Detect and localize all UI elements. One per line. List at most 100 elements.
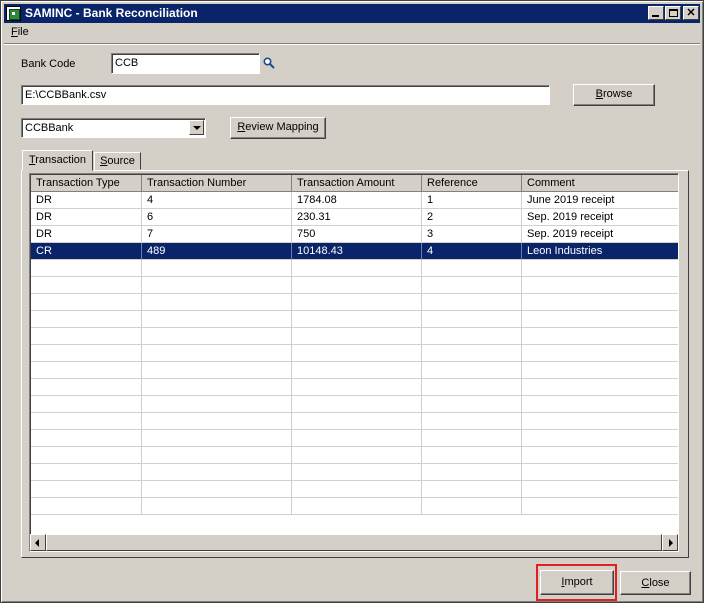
table-cell[interactable] [522, 260, 678, 277]
table-cell[interactable] [31, 464, 142, 481]
table-cell[interactable]: June 2019 receipt [522, 192, 678, 209]
table-cell[interactable] [422, 464, 522, 481]
table-cell[interactable] [522, 277, 678, 294]
table-cell[interactable]: 4 [142, 192, 292, 209]
table-cell[interactable] [31, 277, 142, 294]
empty-table-row[interactable] [31, 464, 678, 481]
tab-transaction[interactable]: Transaction [22, 150, 93, 171]
table-cell[interactable] [31, 447, 142, 464]
table-cell[interactable] [522, 396, 678, 413]
table-cell[interactable] [422, 481, 522, 498]
maximize-button[interactable] [665, 6, 681, 20]
table-cell[interactable] [292, 413, 422, 430]
table-cell[interactable]: 230.31 [292, 209, 422, 226]
table-cell[interactable] [292, 311, 422, 328]
table-cell[interactable] [31, 379, 142, 396]
table-cell[interactable] [31, 260, 142, 277]
table-cell[interactable]: Sep. 2019 receipt [522, 209, 678, 226]
table-cell[interactable] [142, 362, 292, 379]
empty-table-row[interactable] [31, 379, 678, 396]
table-cell[interactable] [422, 498, 522, 515]
empty-table-row[interactable] [31, 328, 678, 345]
empty-table-row[interactable] [31, 277, 678, 294]
table-cell[interactable] [142, 464, 292, 481]
empty-table-row[interactable] [31, 430, 678, 447]
table-cell[interactable] [142, 481, 292, 498]
close-button[interactable]: Close [620, 571, 691, 595]
table-cell[interactable] [422, 396, 522, 413]
table-cell[interactable] [31, 311, 142, 328]
table-cell[interactable] [142, 379, 292, 396]
mapping-combo[interactable]: CCBBank [21, 118, 206, 138]
table-cell[interactable]: 4 [422, 243, 522, 260]
transactions-grid[interactable]: Transaction Type Transaction Number Tran… [29, 173, 679, 552]
table-cell[interactable] [522, 311, 678, 328]
table-row[interactable]: DR 6 230.31 2 Sep. 2019 receipt [31, 209, 678, 226]
table-cell[interactable] [292, 481, 422, 498]
empty-table-row[interactable] [31, 413, 678, 430]
chevron-down-icon[interactable] [189, 120, 204, 135]
table-cell[interactable] [422, 294, 522, 311]
table-cell[interactable]: 1 [422, 192, 522, 209]
empty-table-row[interactable] [31, 481, 678, 498]
table-cell[interactable]: 1784.08 [292, 192, 422, 209]
empty-table-row[interactable] [31, 294, 678, 311]
search-icon[interactable] [263, 57, 275, 69]
table-cell[interactable]: 750 [292, 226, 422, 243]
table-cell[interactable] [142, 277, 292, 294]
table-cell[interactable] [142, 447, 292, 464]
table-cell[interactable]: 489 [142, 243, 292, 260]
column-header-reference[interactable]: Reference [422, 175, 522, 192]
empty-table-row[interactable] [31, 498, 678, 515]
table-cell[interactable] [422, 362, 522, 379]
scroll-right-icon[interactable] [662, 534, 678, 551]
table-cell[interactable]: 7 [142, 226, 292, 243]
table-cell[interactable] [522, 481, 678, 498]
table-cell[interactable]: DR [31, 226, 142, 243]
bank-code-input[interactable]: CCB [111, 53, 260, 74]
table-cell[interactable] [31, 328, 142, 345]
minimize-button[interactable] [648, 6, 664, 20]
table-cell[interactable] [31, 481, 142, 498]
table-cell[interactable] [292, 396, 422, 413]
tab-source[interactable]: Source [94, 152, 141, 170]
table-cell[interactable] [292, 294, 422, 311]
empty-table-row[interactable] [31, 447, 678, 464]
table-cell[interactable] [31, 430, 142, 447]
table-cell[interactable] [522, 498, 678, 515]
file-path-input[interactable]: E:\CCBBank.csv [21, 85, 550, 105]
table-row[interactable]: CR 489 10148.43 4 Leon Industries [31, 243, 678, 260]
table-cell[interactable] [142, 328, 292, 345]
table-cell[interactable] [522, 294, 678, 311]
table-cell[interactable] [422, 413, 522, 430]
table-cell[interactable] [142, 498, 292, 515]
table-cell[interactable] [522, 328, 678, 345]
table-cell[interactable]: DR [31, 192, 142, 209]
title-bar[interactable]: SAMINC - Bank Reconciliation ✕ [4, 4, 700, 23]
scroll-left-icon[interactable] [30, 534, 46, 551]
table-cell[interactable] [31, 396, 142, 413]
table-cell[interactable] [522, 413, 678, 430]
table-cell[interactable] [31, 362, 142, 379]
close-window-button[interactable]: ✕ [683, 6, 699, 20]
table-cell[interactable] [31, 294, 142, 311]
app-icon[interactable] [6, 6, 21, 21]
table-cell[interactable] [142, 311, 292, 328]
table-cell[interactable] [422, 277, 522, 294]
table-cell[interactable]: 3 [422, 226, 522, 243]
table-cell[interactable] [522, 362, 678, 379]
table-cell[interactable] [292, 260, 422, 277]
table-row[interactable]: DR 4 1784.08 1 June 2019 receipt [31, 192, 678, 209]
table-cell[interactable] [292, 464, 422, 481]
review-mapping-button[interactable]: Review Mapping [230, 117, 326, 139]
table-cell[interactable] [522, 345, 678, 362]
column-header-comment[interactable]: Comment [522, 175, 678, 192]
scrollbar-thumb[interactable] [46, 534, 662, 551]
table-cell[interactable] [422, 430, 522, 447]
empty-table-row[interactable] [31, 362, 678, 379]
table-cell[interactable]: CR [31, 243, 142, 260]
table-cell[interactable] [292, 379, 422, 396]
table-cell[interactable] [292, 345, 422, 362]
table-cell[interactable] [142, 294, 292, 311]
table-cell[interactable] [522, 447, 678, 464]
